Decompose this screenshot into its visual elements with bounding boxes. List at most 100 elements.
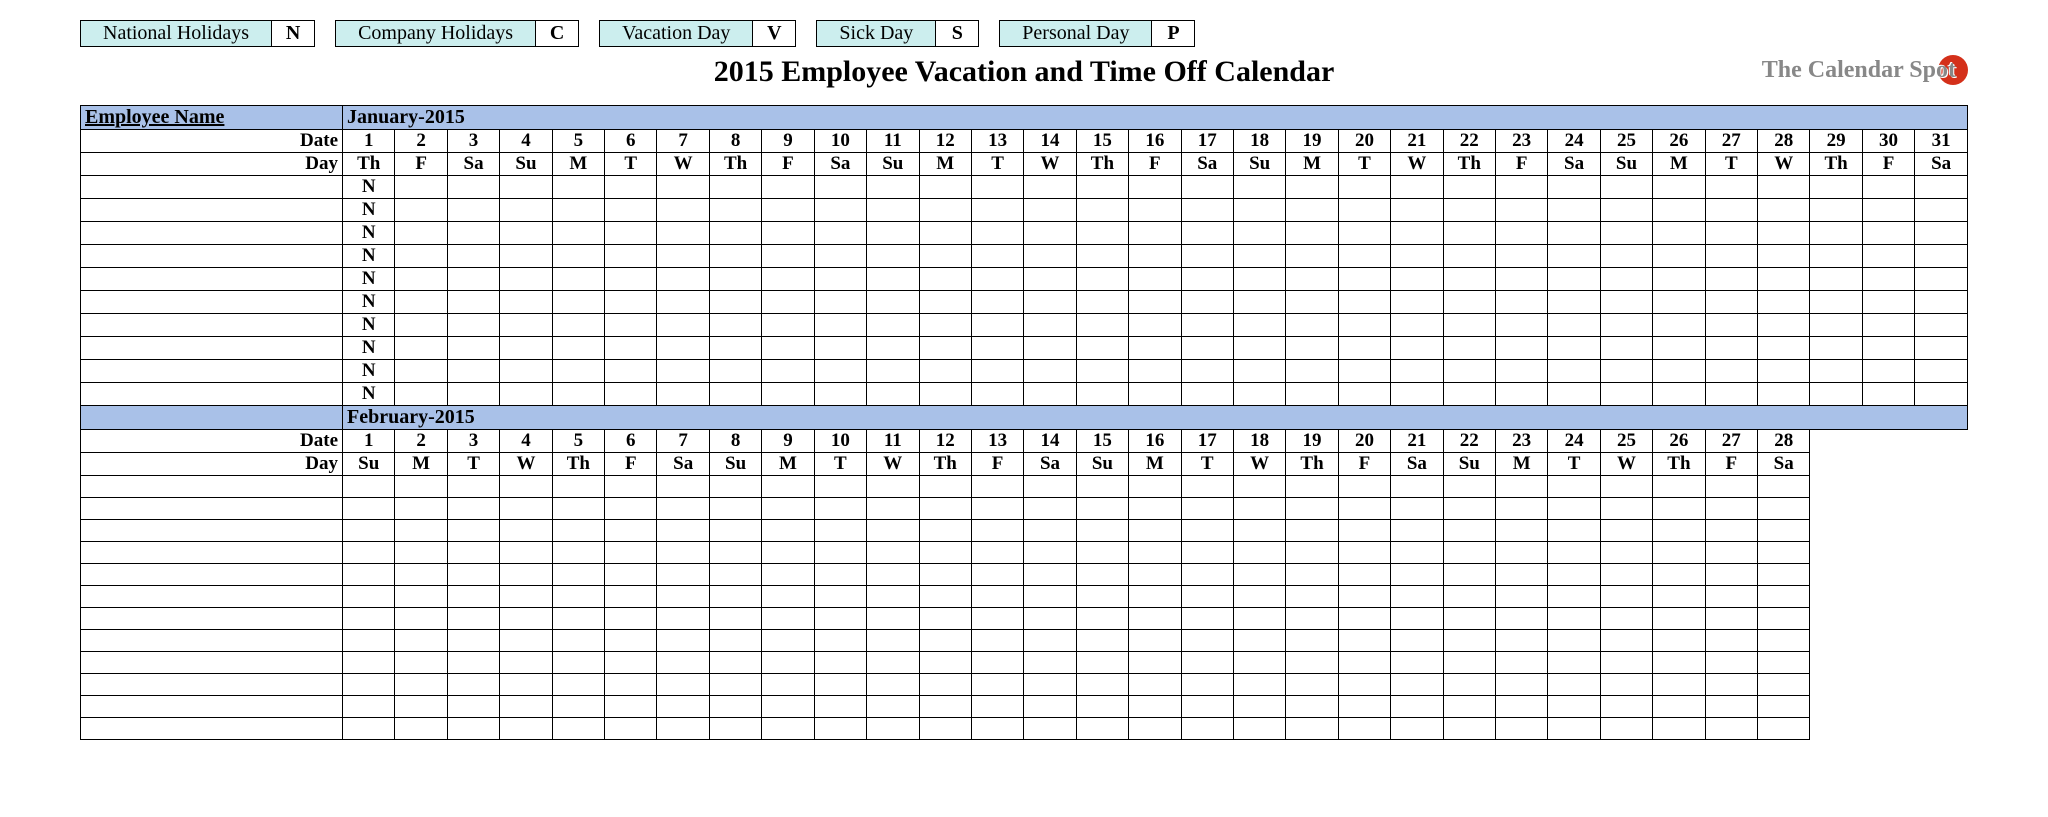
calendar-cell[interactable] [971, 696, 1023, 718]
calendar-cell[interactable] [552, 630, 604, 652]
calendar-cell[interactable] [709, 674, 761, 696]
calendar-cell[interactable] [867, 564, 919, 586]
calendar-cell[interactable] [1705, 608, 1757, 630]
calendar-cell[interactable] [1705, 564, 1757, 586]
calendar-cell[interactable] [1181, 630, 1233, 652]
calendar-cell[interactable] [1862, 291, 1914, 314]
calendar-cell[interactable] [1915, 337, 1968, 360]
calendar-cell[interactable] [1024, 383, 1076, 406]
calendar-cell[interactable] [814, 674, 866, 696]
calendar-cell[interactable] [1338, 291, 1390, 314]
calendar-cell[interactable] [1181, 199, 1233, 222]
calendar-cell[interactable] [971, 674, 1023, 696]
calendar-cell[interactable] [1076, 268, 1128, 291]
calendar-cell[interactable] [762, 542, 814, 564]
calendar-cell[interactable] [867, 337, 919, 360]
calendar-cell[interactable] [1024, 498, 1076, 520]
calendar-cell[interactable] [447, 337, 499, 360]
calendar-cell[interactable] [1391, 199, 1443, 222]
calendar-cell[interactable] [1181, 498, 1233, 520]
calendar-cell[interactable] [1758, 542, 1810, 564]
calendar-cell[interactable] [1233, 564, 1285, 586]
calendar-cell[interactable] [709, 245, 761, 268]
calendar-cell[interactable] [1600, 268, 1652, 291]
calendar-cell[interactable] [395, 696, 447, 718]
calendar-cell[interactable] [1286, 498, 1338, 520]
calendar-cell[interactable] [395, 337, 447, 360]
calendar-cell[interactable] [919, 476, 971, 498]
calendar-cell[interactable] [1548, 542, 1600, 564]
calendar-cell[interactable] [1233, 696, 1285, 718]
calendar-cell[interactable] [343, 674, 395, 696]
calendar-cell[interactable] [1129, 630, 1181, 652]
calendar-cell[interactable] [1600, 718, 1652, 740]
calendar-cell[interactable] [395, 608, 447, 630]
calendar-cell[interactable] [1233, 674, 1285, 696]
calendar-cell[interactable] [500, 176, 552, 199]
calendar-cell[interactable] [1024, 630, 1076, 652]
calendar-cell[interactable] [1548, 608, 1600, 630]
calendar-cell[interactable] [1076, 674, 1128, 696]
calendar-cell[interactable] [814, 222, 866, 245]
calendar-cell[interactable] [1286, 630, 1338, 652]
calendar-cell[interactable] [1915, 222, 1968, 245]
calendar-cell[interactable] [814, 586, 866, 608]
calendar-cell[interactable] [1233, 520, 1285, 542]
calendar-cell[interactable] [552, 718, 604, 740]
calendar-cell[interactable] [709, 476, 761, 498]
calendar-cell[interactable] [971, 245, 1023, 268]
calendar-cell[interactable] [605, 564, 657, 586]
calendar-cell[interactable] [1391, 652, 1443, 674]
calendar-cell[interactable] [395, 586, 447, 608]
calendar-cell[interactable] [709, 564, 761, 586]
calendar-cell[interactable] [1862, 360, 1914, 383]
calendar-cell[interactable] [1024, 608, 1076, 630]
calendar-cell[interactable] [1758, 498, 1810, 520]
calendar-cell[interactable] [605, 268, 657, 291]
calendar-cell[interactable] [1286, 291, 1338, 314]
calendar-cell[interactable] [1076, 383, 1128, 406]
calendar-cell[interactable] [867, 652, 919, 674]
calendar-cell[interactable] [1024, 476, 1076, 498]
calendar-cell[interactable] [1548, 383, 1600, 406]
calendar-cell[interactable] [1443, 222, 1495, 245]
calendar-cell[interactable] [500, 291, 552, 314]
calendar-cell[interactable] [1548, 337, 1600, 360]
calendar-cell[interactable] [919, 564, 971, 586]
calendar-cell[interactable] [1286, 337, 1338, 360]
calendar-cell[interactable] [762, 608, 814, 630]
calendar-cell[interactable] [1600, 337, 1652, 360]
employee-name-cell[interactable] [81, 674, 343, 696]
employee-name-cell[interactable] [81, 360, 343, 383]
calendar-cell[interactable] [1129, 222, 1181, 245]
calendar-cell[interactable] [1653, 696, 1705, 718]
calendar-cell[interactable] [1600, 520, 1652, 542]
calendar-cell[interactable] [1600, 383, 1652, 406]
calendar-cell[interactable] [1705, 498, 1757, 520]
calendar-cell[interactable] [1653, 652, 1705, 674]
calendar-cell[interactable] [657, 674, 709, 696]
calendar-cell[interactable] [1024, 718, 1076, 740]
calendar-cell[interactable] [814, 696, 866, 718]
calendar-cell[interactable] [395, 520, 447, 542]
calendar-cell[interactable] [814, 542, 866, 564]
calendar-cell[interactable] [1758, 652, 1810, 674]
calendar-cell[interactable] [814, 718, 866, 740]
calendar-cell[interactable] [1653, 291, 1705, 314]
calendar-cell[interactable] [395, 291, 447, 314]
calendar-cell[interactable] [1286, 245, 1338, 268]
employee-name-cell[interactable] [81, 520, 343, 542]
employee-name-cell[interactable] [81, 337, 343, 360]
calendar-cell[interactable] [1338, 337, 1390, 360]
calendar-cell[interactable] [447, 564, 499, 586]
calendar-cell[interactable] [1758, 586, 1810, 608]
calendar-cell[interactable] [1862, 199, 1914, 222]
calendar-cell[interactable] [1600, 652, 1652, 674]
calendar-cell[interactable] [762, 520, 814, 542]
calendar-cell[interactable] [605, 608, 657, 630]
calendar-cell[interactable] [709, 696, 761, 718]
calendar-cell[interactable] [500, 586, 552, 608]
calendar-cell[interactable] [1181, 268, 1233, 291]
calendar-cell[interactable] [762, 245, 814, 268]
calendar-cell[interactable] [867, 383, 919, 406]
